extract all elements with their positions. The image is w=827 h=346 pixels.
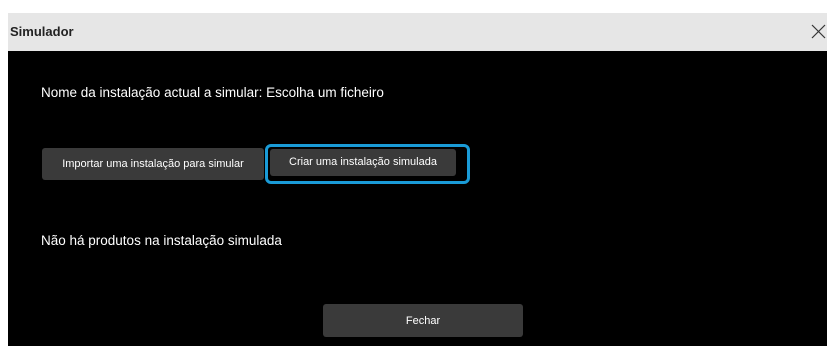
installation-label: Nome da instalação actual a simular:	[41, 85, 263, 100]
close-button[interactable]: Fechar	[323, 304, 523, 337]
simulator-dialog: Simulador Nome da instalação actual a si…	[8, 13, 827, 346]
installation-value: Escolha um ficheiro	[266, 85, 384, 100]
dialog-titlebar: Simulador	[8, 13, 827, 51]
installation-info: Nome da instalação actual a simular: Esc…	[41, 85, 384, 100]
create-button-focus-ring: Criar uma instalação simulada	[265, 144, 470, 184]
empty-products-message: Não há produtos na instalação simulada	[41, 233, 282, 248]
import-installation-button[interactable]: Importar uma instalação para simular	[42, 148, 264, 180]
dialog-title: Simulador	[10, 24, 74, 39]
close-icon[interactable]	[809, 21, 827, 43]
create-simulated-installation-button[interactable]: Criar uma instalação simulada	[270, 149, 456, 176]
